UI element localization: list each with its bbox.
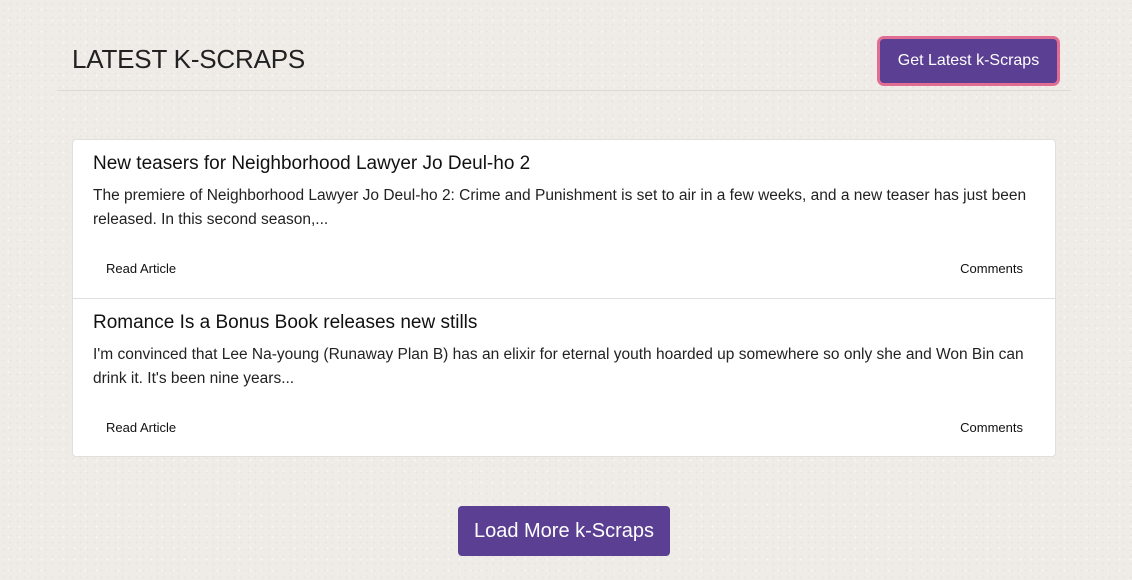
load-more-button[interactable]: Load More k-Scraps [458, 506, 670, 556]
article-card: Romance Is a Bonus Book releases new sti… [73, 298, 1055, 456]
comments-link[interactable]: Comments [960, 261, 1023, 276]
page-header: LATEST K-SCRAPS Get Latest k-Scraps [57, 28, 1071, 91]
article-excerpt: The premiere of Neighborhood Lawyer Jo D… [93, 187, 1027, 228]
article-excerpt: I'm convinced that Lee Na-young (Runaway… [93, 346, 1024, 387]
read-article-link[interactable]: Read Article [106, 420, 176, 435]
read-article-link[interactable]: Read Article [106, 261, 176, 276]
get-latest-button[interactable]: Get Latest k-Scraps [880, 39, 1057, 83]
comments-link[interactable]: Comments [960, 420, 1023, 435]
article-list: New teasers for Neighborhood Lawyer Jo D… [72, 139, 1056, 457]
page-title: LATEST K-SCRAPS [72, 44, 305, 74]
article-card: New teasers for Neighborhood Lawyer Jo D… [73, 140, 1055, 298]
article-title: New teasers for Neighborhood Lawyer Jo D… [93, 153, 531, 174]
article-title: Romance Is a Bonus Book releases new sti… [93, 312, 478, 333]
